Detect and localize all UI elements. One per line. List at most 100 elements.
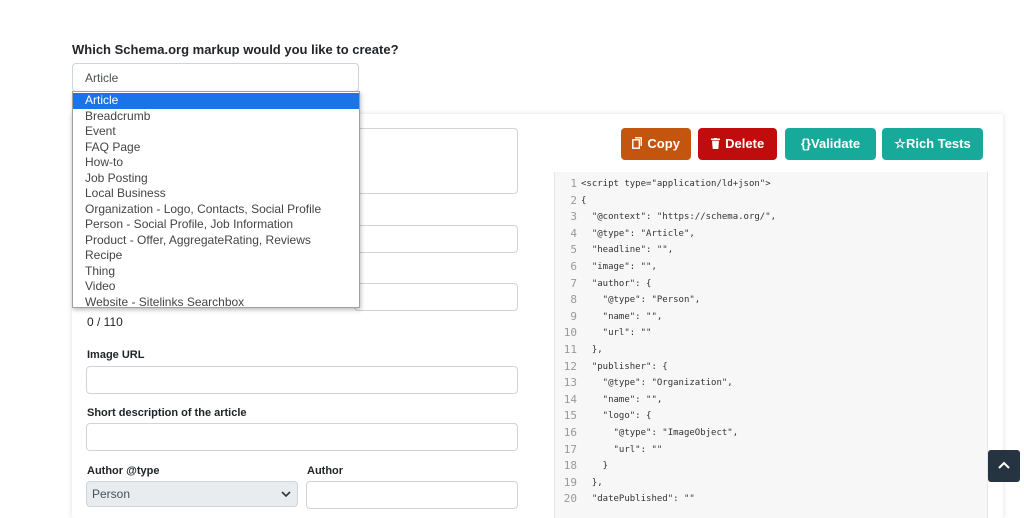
code-line: 5 "headline": "", [555,242,987,258]
line-number: 16 [563,426,577,439]
headline-input[interactable] [354,283,518,311]
dropdown-option[interactable]: Breadcrumb [73,109,359,125]
code-line: 10 "url": "" [555,325,987,341]
code-text: "@type": "Organization", [581,378,733,389]
dropdown-option[interactable]: Job Posting [73,171,359,187]
article-body-textarea[interactable] [354,128,518,194]
dropdown-option[interactable]: Local Business [73,186,359,202]
line-number: 4 [570,226,577,240]
dropdown-option[interactable]: Thing [73,264,359,280]
line-number: 18 [563,459,577,473]
code-line: 19 }, [555,475,987,491]
code-text: "name": "", [581,311,663,322]
code-text: }, [581,345,603,355]
copy-button[interactable]: Copy [621,128,691,160]
schema-question: Which Schema.org markup would you like t… [72,42,399,57]
json-ld-code-editor[interactable]: 1 <script type="application/ld+json"> 2{3 … [554,172,988,518]
code-text: "@context": "https://schema.org/", [581,212,777,223]
code-line: 1 <script type="application/ld+json"> [555,176,987,192]
code-text: "publisher": { [581,361,668,372]
dropdown-option[interactable]: Event [73,124,359,140]
author-type-value: Person [92,487,131,501]
code-line: 16 "@type": "ImageObject", [555,425,987,441]
dropdown-option[interactable]: Product - Offer, AggregateRating, Review… [73,233,359,249]
code-text: }, [581,477,603,488]
dropdown-option[interactable]: Organization - Logo, Contacts, Social Pr… [73,202,359,218]
code-text: "datePublished": "" [581,494,695,505]
chevron-up-icon [998,457,1010,474]
scroll-to-top-button[interactable] [988,450,1020,482]
page-url-input[interactable] [354,225,518,253]
dropdown-option[interactable]: FAQ Page [73,140,359,156]
code-line: 8 "@type": "Person", [555,292,987,308]
code-line: 3 "@context": "https://schema.org/", [555,209,987,225]
chevron-down-icon [281,482,291,516]
code-text: "url": "" [581,328,652,339]
line-number: 15 [563,409,577,423]
code-text: <script type="application/ld+json"> [581,179,771,189]
line-number: 5 [570,243,577,257]
code-text: "image": "", [581,262,657,272]
author-type-select[interactable]: Person [86,481,298,507]
copy-button-label: Copy [647,136,680,151]
dropdown-option[interactable]: Video [73,279,359,295]
code-line: 11 }, [555,342,987,358]
code-line: 20 "datePublished": "" [555,491,987,507]
code-text: "@type": "Article", [581,228,695,239]
line-number: 20 [563,492,577,506]
line-number: 2 [570,193,577,207]
code-text: "@type": "ImageObject", [581,428,739,438]
code-text: "@type": "Person", [581,295,701,306]
author-type-label: Author @type [87,465,160,477]
short-description-input[interactable] [86,423,518,451]
validate-button-label: Validate [810,136,861,151]
code-line: 9 "name": "", [555,309,987,325]
code-text: "name": "", [581,394,663,405]
line-number: 13 [563,376,577,390]
author-label: Author [307,465,344,477]
dropdown-option[interactable]: Person - Social Profile, Job Information [73,217,359,233]
code-line: 6 "image": "", [555,259,987,275]
validate-button[interactable]: {}Validate [785,128,876,160]
code-text: "headline": "", [581,245,674,256]
code-line: 7 "author": { [555,276,987,292]
dropdown-option[interactable]: How-to [73,155,359,171]
rich-tests-button-label: Rich Tests [905,136,971,151]
code-text: { [581,195,587,206]
code-line: 18 } [555,458,987,474]
code-line: 12 "publisher": { [555,359,987,375]
delete-button[interactable]: Delete [698,128,777,160]
line-number: 11 [563,343,577,356]
line-number: 10 [563,326,577,340]
line-number: 8 [570,293,577,307]
line-number: 1 [570,177,577,190]
code-text: "url": "" [581,444,663,455]
code-line: 4 "@type": "Article", [555,226,987,242]
braces-icon: {} [800,136,811,151]
line-number: 3 [570,210,577,224]
dropdown-option[interactable]: Recipe [73,248,359,264]
image-url-label: Image URL [87,349,145,361]
code-text: } [581,461,609,472]
author-name-input[interactable] [306,481,518,509]
rich-tests-button[interactable]: ☆Rich Tests [882,128,983,160]
line-number: 6 [570,260,577,273]
image-url-input[interactable] [86,366,518,394]
code-line: 15 "logo": { [555,408,987,424]
line-number: 9 [570,309,577,323]
schema-type-selected-value: Article [85,71,119,85]
code-line: 14 "name": "", [555,392,987,408]
short-description-label: Short description of the article [87,407,247,419]
dropdown-option[interactable]: Article [73,93,359,109]
schema-type-dropdown-list: Article Breadcrumb Event FAQ Page How-to Job … [72,91,360,311]
line-number: 12 [563,359,577,373]
schema-type-select[interactable]: Article [72,63,359,92]
code-line: 13 "@type": "Organization", [555,375,987,391]
headline-char-counter: 0 / 110 [87,315,123,329]
delete-button-label: Delete [725,136,765,151]
star-icon: ☆ [894,136,906,151]
code-text: "author": { [581,278,652,289]
dropdown-option[interactable]: Website - Sitelinks Searchbox [73,295,359,311]
code-line: 2{ [555,193,987,209]
line-number: 19 [563,475,577,489]
